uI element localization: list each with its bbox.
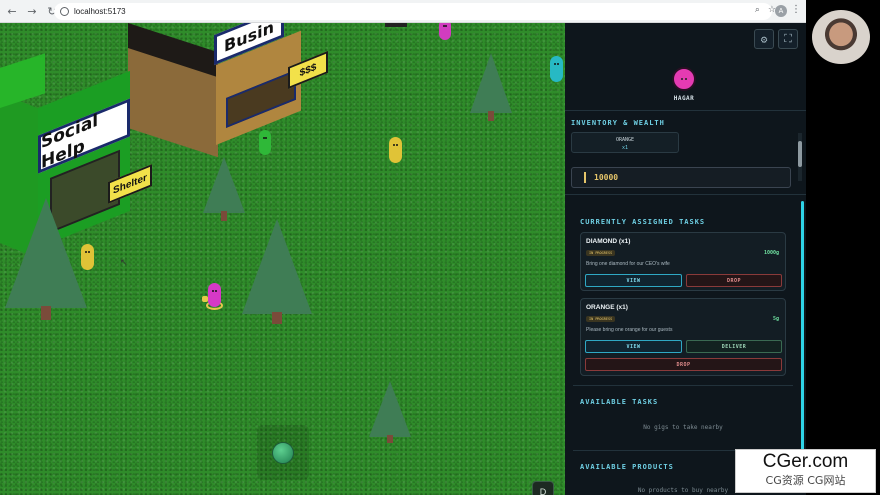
status-badge: IN PROGRESS [586, 316, 616, 322]
task-card-diamond: DIAMOND (x1) IN PROGRESS 1000g Bring one… [580, 232, 786, 291]
drop-button[interactable]: DROP [686, 274, 782, 287]
deliver-button[interactable]: DELIVER [686, 340, 782, 353]
url-text: localhost:5173 [74, 7, 126, 16]
inventory-item-name: ORANGE [615, 137, 635, 143]
divider [573, 385, 793, 386]
zoom-icon[interactable]: ⌕ [755, 5, 760, 15]
browser-menu-icon[interactable]: ⋮ [791, 4, 801, 15]
inventory-scrollbar[interactable] [798, 133, 802, 181]
player-character[interactable] [208, 283, 221, 307]
inventory-item[interactable]: ORANGE x1 [571, 132, 679, 153]
watermark-line1: CGer.com [762, 451, 849, 472]
divider [565, 194, 806, 195]
mouse-cursor-icon: ↖ [120, 257, 128, 267]
presenter-face [812, 10, 870, 64]
task-reward: 1000g [763, 250, 779, 256]
view-button[interactable]: VIEW [585, 274, 682, 287]
assigned-tasks-title: CURRENTLY ASSIGNED TASKS [580, 218, 706, 226]
back-icon[interactable]: ← [4, 3, 20, 19]
browser-window: ← → ↻ localhost:5173 ⌕ ☆ A ⋮ Busin $$$ S… [0, 0, 806, 495]
task-description: Please bring one orange for our guests [586, 327, 673, 333]
webcam-overlay [806, 0, 880, 70]
view-button[interactable]: VIEW [585, 340, 682, 353]
inventory-item-qty: x1 [621, 145, 629, 151]
tree [5, 198, 87, 328]
coin-icon [584, 172, 586, 183]
player-held-item [202, 296, 208, 302]
player-name: HAGAR [673, 95, 695, 102]
task-description: Bring one diamond for our CEO's wife [586, 261, 670, 267]
game-canvas[interactable]: Busin $$$ Social Help Shelter ↖ D [0, 23, 565, 495]
npc-green[interactable] [259, 130, 271, 155]
drop-button[interactable]: DROP [585, 358, 782, 371]
address-bar[interactable]: localhost:5173 [54, 3, 772, 20]
fullscreen-icon[interactable]: ⛶ [778, 29, 798, 49]
joystick-knob[interactable] [272, 442, 294, 464]
available-products-title: AVAILABLE PRODUCTS [580, 463, 674, 471]
tree [470, 53, 512, 143]
watermark: CGer.com CG资源 CG网站 [735, 449, 876, 493]
divider [565, 110, 806, 111]
npc-yellow[interactable] [389, 137, 402, 163]
panel-scrollbar[interactable] [801, 201, 804, 476]
profile-avatar[interactable]: A [775, 5, 787, 17]
task-reward: 5g [772, 316, 779, 322]
available-tasks-title: AVAILABLE TASKS [580, 398, 659, 406]
player-avatar [672, 67, 696, 91]
forward-icon[interactable]: → [24, 3, 40, 19]
side-panel: ⚙ ⛶ HAGAR INVENTORY & WEALTH ORANGE x1 1… [565, 23, 806, 495]
tree [369, 381, 411, 446]
settings-gear-icon[interactable]: ⚙ [754, 29, 774, 49]
status-badge: IN PROGRESS [586, 250, 616, 256]
watermark-line2: CG资源 CG网站 [765, 474, 846, 487]
inventory-title: INVENTORY & WEALTH [571, 119, 665, 127]
key-hint-button[interactable]: D [532, 481, 554, 495]
tree [242, 219, 312, 331]
wealth-amount: 10000 [594, 173, 619, 182]
npc-magenta[interactable] [439, 23, 451, 40]
task-title: ORANGE (x1) [586, 304, 628, 311]
site-info-icon[interactable] [60, 7, 69, 16]
wealth-display: 10000 [571, 167, 791, 188]
browser-toolbar: ← → ↻ localhost:5173 ⌕ ☆ A ⋮ [0, 0, 806, 23]
npc-cyan[interactable] [550, 56, 563, 82]
virtual-joystick[interactable] [257, 425, 309, 480]
building-roof-top [385, 23, 407, 27]
task-title: DIAMOND (x1) [586, 238, 631, 245]
tree [203, 157, 245, 227]
available-tasks-empty: No gigs to take nearby [643, 424, 723, 431]
task-card-orange: ORANGE (x1) IN PROGRESS 5g Please bring … [580, 298, 786, 376]
